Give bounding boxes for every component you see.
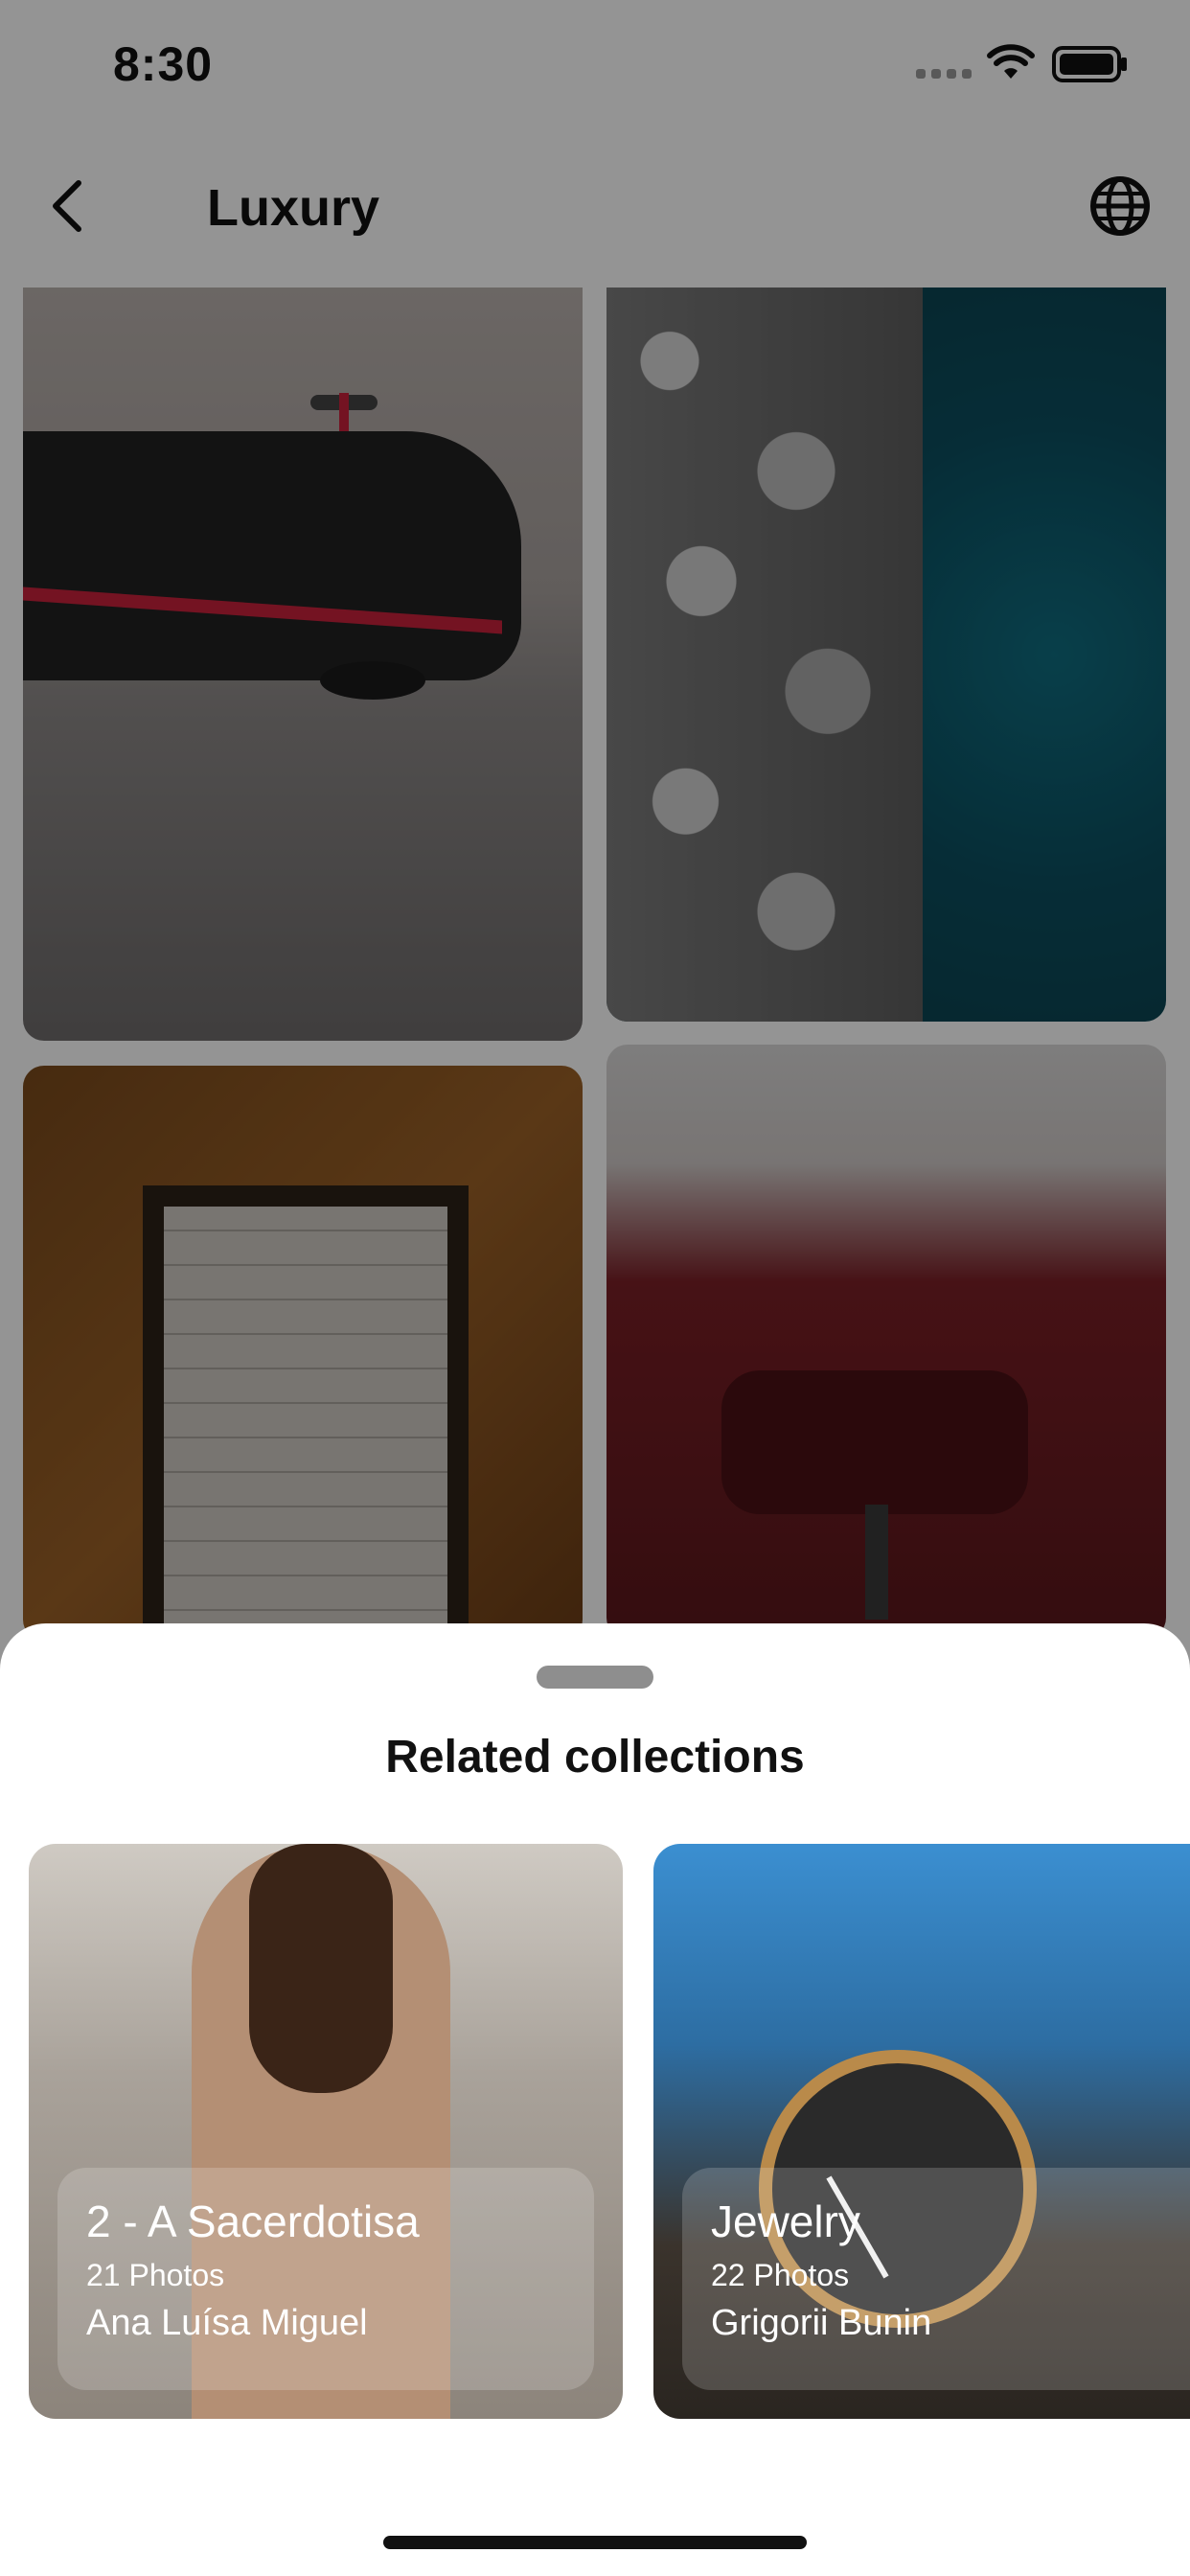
screen: 8:30 Luxury Related collections 2 - A Sa… <box>0 0 1190 2576</box>
hair <box>249 1844 393 2093</box>
collection-info: Jewelry 22 Photos Grigorii Bunin <box>682 2168 1190 2390</box>
collection-author: Grigorii Bunin <box>711 2303 932 2343</box>
collection-info: 2 - A Sacerdotisa 21 Photos Ana Luísa Mi… <box>57 2168 594 2390</box>
related-collections-sheet: Related collections 2 - A Sacerdotisa 21… <box>0 1623 1190 2576</box>
collection-title: 2 - A Sacerdotisa <box>86 2196 420 2246</box>
home-indicator[interactable] <box>383 2536 807 2549</box>
collection-photo-count: 21 Photos <box>86 2258 225 2292</box>
collection-photo-count: 22 Photos <box>711 2258 850 2292</box>
sheet-title: Related collections <box>385 1732 805 1782</box>
sheet-grabber[interactable] <box>537 1666 653 1689</box>
collection-author: Ana Luísa Miguel <box>86 2303 368 2343</box>
collection-title: Jewelry <box>711 2196 860 2246</box>
collections-carousel[interactable]: 2 - A Sacerdotisa 21 Photos Ana Luísa Mi… <box>29 1844 1190 2419</box>
collection-card[interactable]: 2 - A Sacerdotisa 21 Photos Ana Luísa Mi… <box>29 1844 623 2419</box>
collection-card[interactable]: Jewelry 22 Photos Grigorii Bunin <box>653 1844 1190 2419</box>
